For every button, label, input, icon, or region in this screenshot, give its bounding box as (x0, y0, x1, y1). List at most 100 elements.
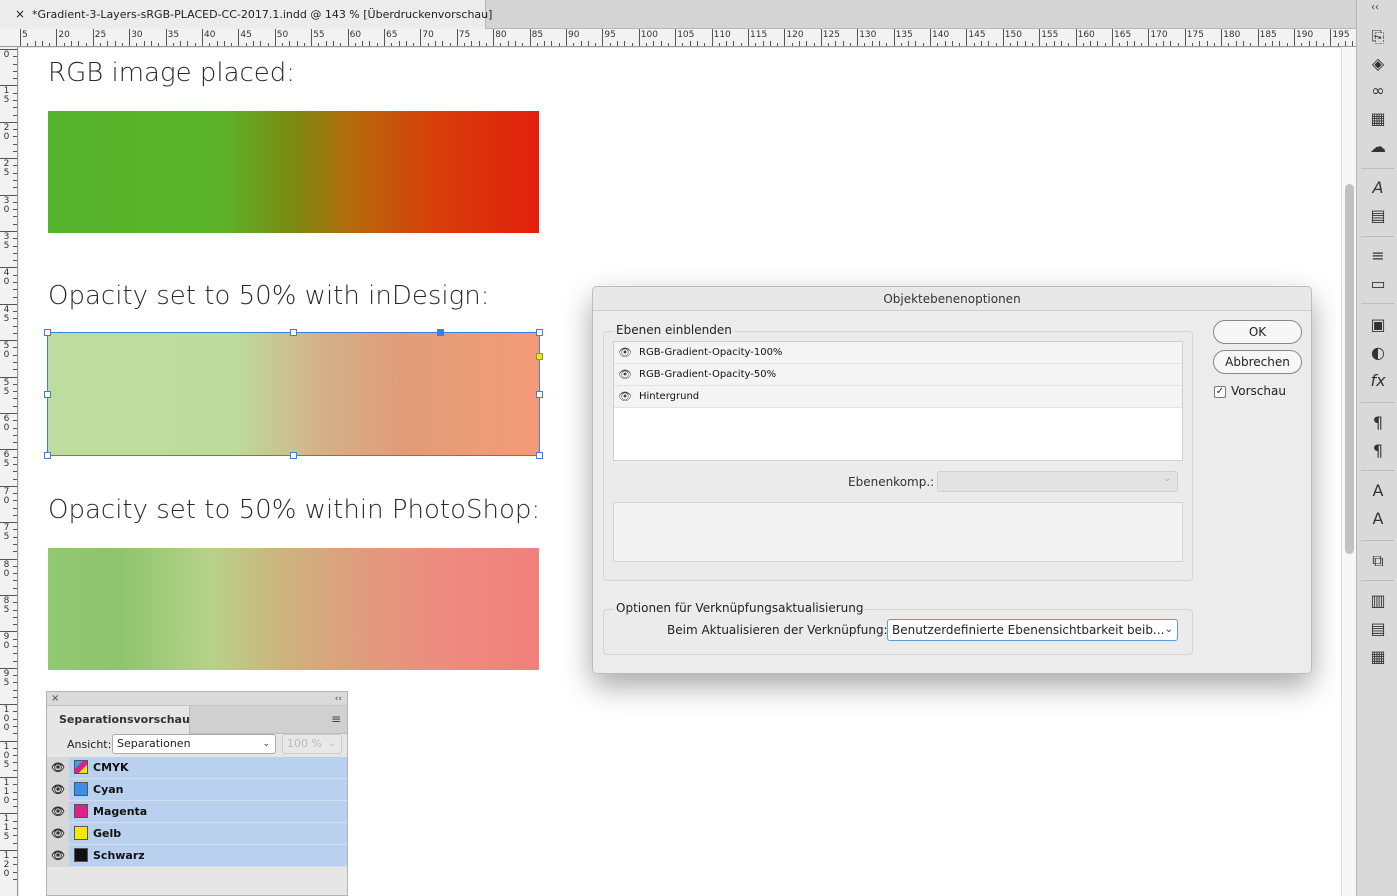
tab-separations-preview[interactable]: Separationsvorschau (47, 706, 190, 734)
text-wrap-icon[interactable]: ▤ (1366, 205, 1390, 227)
ruler-major-tick (638, 29, 640, 46)
ruler-minor-tick (544, 41, 546, 46)
chevron-down-icon: ⌄ (262, 739, 270, 749)
stroke-icon[interactable]: ≡ (1366, 245, 1390, 267)
eye-icon[interactable]: 👁 (618, 386, 632, 408)
close-tab-icon[interactable]: × (14, 0, 26, 29)
table-styles-icon[interactable]: ▤ (1366, 618, 1390, 640)
selection-handle-r[interactable] (536, 391, 543, 398)
separation-row[interactable]: 👁 CMYK (47, 757, 347, 779)
effects-icon[interactable]: fx (1366, 370, 1390, 392)
ruler-major-tick (0, 631, 17, 633)
ruler-minor-tick (27, 43, 29, 46)
ruler-minor-tick (107, 41, 109, 46)
selection-handle-bl[interactable] (44, 452, 51, 459)
paragraph-styles-icon[interactable]: ▣ (1366, 314, 1390, 336)
layers-icon[interactable]: ◈ (1366, 53, 1390, 75)
ruler-minor-tick (813, 43, 815, 46)
ruler-minor-tick (434, 41, 436, 46)
ruler-major-tick (0, 558, 17, 560)
gradient-icon[interactable]: ▭ (1366, 273, 1390, 295)
selection-handle-t[interactable] (290, 329, 297, 336)
selection-handle-br[interactable] (536, 452, 543, 459)
paragraph-icon[interactable]: ¶ (1366, 412, 1390, 434)
links-icon[interactable]: ∞ (1366, 80, 1390, 102)
ruler-label: 30 (131, 30, 143, 40)
ruler-label: 25 (3, 159, 10, 179)
close-panel-icon[interactable]: × (51, 692, 59, 706)
collapse-dock-icon[interactable]: ‹‹ (1371, 2, 1379, 13)
layer-row[interactable]: 👁 RGB-Gradient-Opacity-100% (614, 342, 1182, 364)
ruler-minor-tick (1272, 41, 1274, 46)
ruler-minor-tick (1068, 43, 1070, 46)
eye-icon[interactable]: 👁 (47, 779, 69, 801)
vertical-ruler[interactable]: 0 15 20 25 30 35 40 45 50 55 60 65 70 75 80 85 90 95 100 10… (0, 47, 18, 896)
ruler-minor-tick (13, 638, 17, 640)
color-icon[interactable]: ◐ (1366, 342, 1390, 364)
eye-icon[interactable]: 👁 (47, 801, 69, 823)
ruler-major-tick (0, 340, 17, 342)
separation-row[interactable]: 👁 Magenta (47, 801, 347, 823)
panel-menu-icon[interactable]: ≡ (331, 712, 341, 726)
eye-icon[interactable]: 👁 (618, 364, 632, 386)
ruler-minor-tick (755, 43, 757, 46)
eye-icon[interactable]: 👁 (47, 823, 69, 845)
ruler-minor-tick (791, 43, 793, 46)
horizontal-ruler[interactable]: 5 20 25 30 35 40 45 50 55 60 65 70 75 80 85 90 95 100 105 1… (0, 29, 1356, 47)
eye-icon[interactable]: 👁 (618, 342, 632, 364)
gradient-opacity-photoshop[interactable] (48, 548, 539, 670)
selection-handle-l[interactable] (44, 391, 51, 398)
character-styles-icon[interactable]: A (1366, 177, 1390, 199)
character-styles-2-icon[interactable]: A (1366, 508, 1390, 530)
selection-handle-b[interactable] (290, 452, 297, 459)
ruler-minor-tick (13, 107, 17, 109)
transform-icon[interactable]: ⧉ (1366, 550, 1390, 572)
ruler-minor-tick (13, 784, 17, 786)
zoom-select[interactable]: 100 % ⌄ (282, 734, 342, 754)
ruler-major-tick (384, 29, 385, 46)
eye-icon[interactable]: 👁 (47, 757, 69, 779)
view-select[interactable]: Separationen ⌄ (112, 734, 276, 754)
preview-checkbox[interactable]: ✓ (1214, 386, 1226, 398)
layer-row[interactable]: 👁 RGB-Gradient-Opacity-50% (614, 364, 1182, 386)
content-grabber-handle[interactable] (437, 329, 444, 336)
ruler-minor-tick (180, 41, 182, 46)
scrollbar-thumb[interactable] (1345, 184, 1354, 554)
swatches-grid-icon[interactable]: ▦ (1366, 108, 1390, 130)
eye-icon[interactable]: 👁 (47, 845, 69, 867)
chevron-down-icon: ⌄ (328, 739, 336, 749)
document-tab[interactable]: × *Gradient-3-Layers-sRGB-PLACED-CC-2017… (0, 0, 492, 29)
separation-row[interactable]: 👁 Cyan (47, 779, 347, 801)
dock-separator (1361, 540, 1394, 541)
ruler-minor-tick (13, 827, 17, 829)
character-icon[interactable]: A (1366, 480, 1390, 502)
ok-button[interactable]: OK (1213, 320, 1302, 344)
layer-comp-select[interactable]: ⌄ (937, 471, 1178, 492)
ruler-major-tick (0, 813, 17, 815)
ruler-major-tick (347, 29, 349, 46)
corner-options-handle[interactable] (536, 353, 543, 360)
table-icon[interactable]: ▥ (1366, 590, 1390, 612)
separation-row[interactable]: 👁 Schwarz (47, 845, 347, 867)
link-update-select[interactable]: Benutzerdefinierte Ebenensichtbarkeit be… (887, 619, 1178, 641)
ruler-minor-tick (1177, 43, 1179, 46)
vertical-scrollbar[interactable] (1341, 47, 1356, 896)
ruler-minor-tick (13, 769, 17, 771)
paragraph-styles-2-icon[interactable]: ¶ (1366, 440, 1390, 462)
ruler-minor-tick (13, 500, 17, 502)
ruler-minor-tick (151, 41, 153, 46)
ruler-minor-tick (464, 43, 466, 46)
cell-styles-icon[interactable]: ▦ (1366, 646, 1390, 668)
selection-frame[interactable] (47, 332, 540, 456)
gradient-rgb-placed[interactable] (48, 111, 539, 233)
separation-row[interactable]: 👁 Gelb (47, 823, 347, 845)
pages-icon[interactable]: ⎘ (1366, 26, 1390, 48)
ruler-minor-tick (835, 41, 837, 46)
collapse-panel-icon[interactable]: ‹‹ (335, 692, 342, 706)
cancel-button[interactable]: Abbrechen (1213, 350, 1302, 374)
cc-libraries-icon[interactable]: ☁ (1366, 136, 1390, 158)
selection-handle-tl[interactable] (44, 329, 51, 336)
layer-row[interactable]: 👁 Hintergrund (614, 386, 1182, 408)
ruler-minor-tick (13, 383, 17, 385)
selection-handle-tr[interactable] (536, 329, 543, 336)
